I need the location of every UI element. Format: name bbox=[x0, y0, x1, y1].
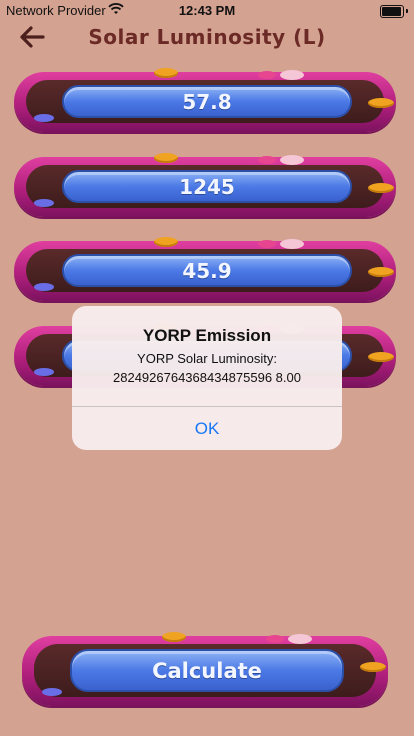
decor-gem bbox=[34, 199, 54, 207]
decor-gem bbox=[280, 155, 304, 165]
input-pill-1: 57.8 bbox=[14, 68, 396, 132]
decor-gem bbox=[258, 156, 276, 164]
battery-icon bbox=[380, 5, 404, 18]
decor-gem bbox=[34, 368, 54, 376]
decor-gem bbox=[288, 634, 312, 644]
decor-gem bbox=[266, 635, 284, 643]
decor-gem bbox=[34, 283, 54, 291]
value-field-1[interactable]: 57.8 bbox=[62, 85, 352, 118]
page-title: Solar Luminosity (L) bbox=[88, 25, 326, 49]
clock: 12:43 PM bbox=[178, 3, 236, 18]
decor-gem bbox=[34, 114, 54, 122]
alert-title: YORP Emission bbox=[142, 326, 272, 345]
input-pill-2: 1245 bbox=[14, 153, 396, 217]
decor-gem bbox=[42, 688, 62, 696]
navigation-bar: Solar Luminosity (L) bbox=[0, 22, 414, 52]
decor-gem bbox=[368, 183, 394, 193]
battery-tip bbox=[406, 9, 408, 13]
decor-gem bbox=[368, 98, 394, 108]
decor-gem bbox=[280, 239, 304, 249]
decor-gem bbox=[368, 267, 394, 277]
status-bar: Network Provider 12:43 PM bbox=[0, 0, 414, 22]
decor-gem bbox=[162, 632, 186, 642]
decor-gem bbox=[154, 68, 178, 78]
calculate-label: Calculate bbox=[70, 649, 344, 692]
alert-message-value: 2824926764368434875596 8.00 bbox=[113, 370, 301, 385]
value-field-2[interactable]: 1245 bbox=[62, 170, 352, 203]
input-pill-3: 45.9 bbox=[14, 237, 396, 301]
decor-gem bbox=[258, 240, 276, 248]
decor-gem bbox=[360, 662, 386, 672]
calculate-button[interactable]: Calculate bbox=[22, 632, 388, 706]
decor-gem bbox=[154, 153, 178, 163]
decor-gem bbox=[154, 237, 178, 247]
alert-message-label: YORP Solar Luminosity: bbox=[137, 351, 277, 366]
alert-dialog: YORP Emission YORP Solar Luminosity: 282… bbox=[72, 306, 342, 450]
decor-gem bbox=[258, 71, 276, 79]
value-field-3[interactable]: 45.9 bbox=[62, 254, 352, 287]
decor-gem bbox=[280, 70, 304, 80]
decor-gem bbox=[368, 352, 394, 362]
ok-button[interactable]: OK bbox=[72, 407, 342, 450]
